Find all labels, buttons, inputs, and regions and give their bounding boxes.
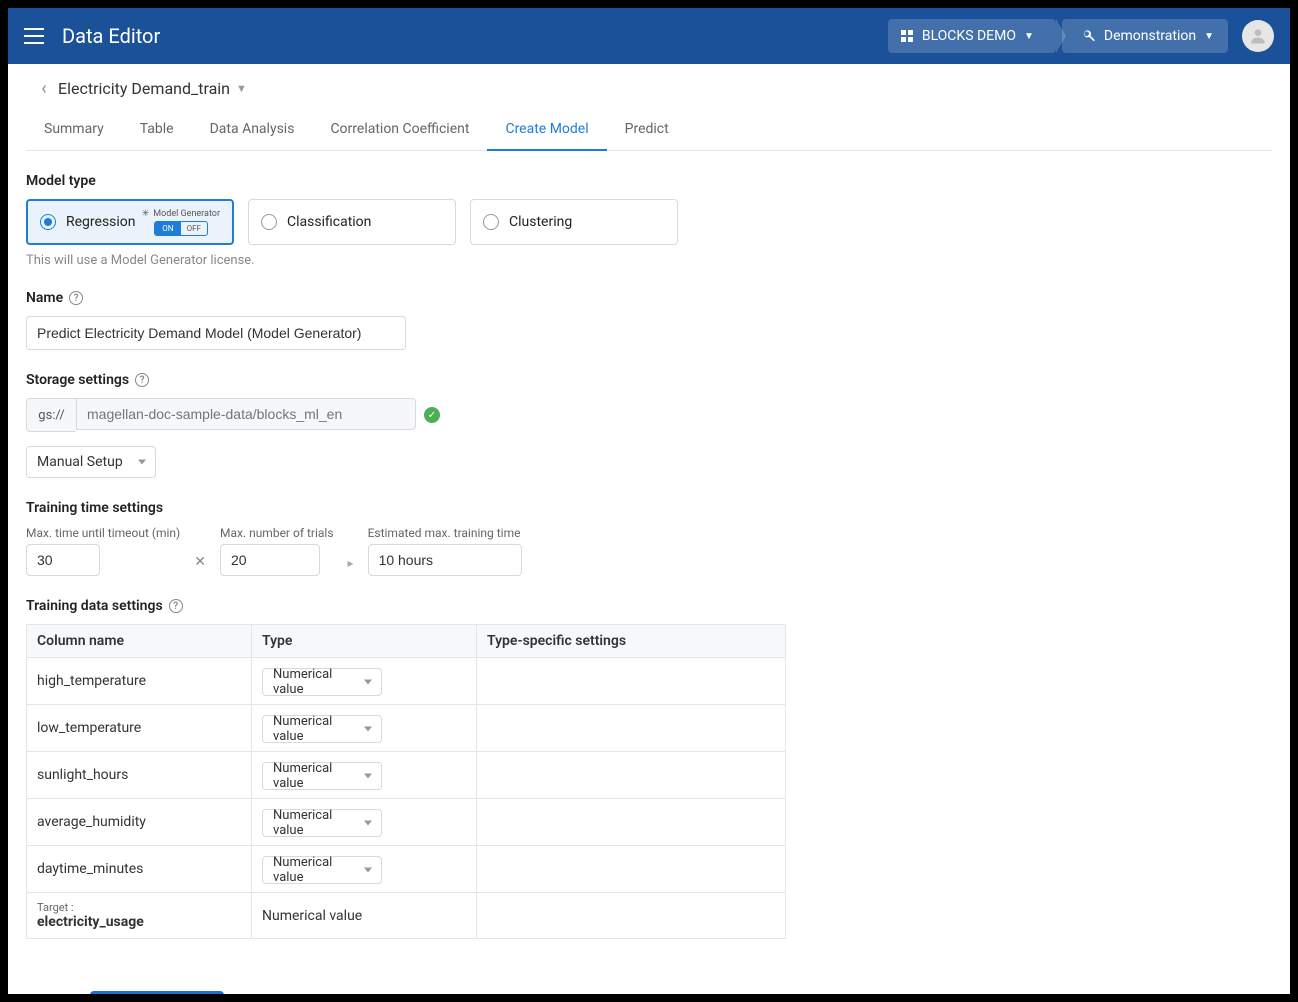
spark-icon: ✳: [142, 209, 150, 219]
table-row: low_temperature Numerical value: [27, 705, 786, 752]
type-select[interactable]: Numerical value: [262, 856, 382, 884]
breadcrumb-demo-label: Demonstration: [1104, 28, 1196, 44]
target-value: electricity_usage: [37, 914, 241, 930]
model-type-classification-label: Classification: [287, 214, 443, 230]
table-row: sunlight_hours Numerical value: [27, 752, 786, 799]
column-name-cell: high_temperature: [27, 658, 252, 705]
training-time-label: Training time settings: [26, 500, 1272, 516]
target-label: Target :: [37, 901, 241, 914]
breadcrumb-demo[interactable]: Demonstration ▼: [1062, 19, 1228, 53]
toggle-on: ON: [155, 222, 181, 235]
menu-icon[interactable]: [24, 28, 44, 44]
multiply-icon: ✕: [192, 554, 208, 576]
type-select[interactable]: Numerical value: [262, 715, 382, 743]
column-name-cell: average_humidity: [27, 799, 252, 846]
storage-label: Storage settings ?: [26, 372, 1272, 388]
model-type-hint: This will use a Model Generator license.: [26, 253, 1272, 268]
check-icon: ✓: [424, 407, 440, 423]
th-column-name: Column name: [27, 625, 252, 658]
tab-correlation[interactable]: Correlation Coefficient: [312, 109, 487, 150]
model-generator-block: ✳ Model Generator ON OFF: [142, 209, 220, 236]
table-row-target: Target : electricity_usage Numerical val…: [27, 893, 786, 939]
chevron-down-icon: ▼: [1204, 31, 1214, 42]
trials-label: Max. number of trials: [220, 526, 334, 540]
help-icon[interactable]: ?: [69, 291, 83, 305]
storage-prefix: gs://: [26, 398, 76, 432]
model-type-regression-label: Regression: [66, 214, 138, 230]
back-button[interactable]: ‹: [30, 78, 58, 99]
th-specific: Type-specific settings: [477, 625, 786, 658]
target-type: Numerical value: [252, 893, 477, 939]
toggle-off: OFF: [181, 222, 207, 235]
model-generator-toggle[interactable]: ON OFF: [154, 221, 208, 236]
radio-icon: [261, 214, 277, 230]
tab-data-analysis[interactable]: Data Analysis: [192, 109, 313, 150]
create-model-button[interactable]: Create Model: [90, 991, 224, 994]
table-row: high_temperature Numerical value: [27, 658, 786, 705]
table-row: average_humidity Numerical value: [27, 799, 786, 846]
name-input[interactable]: [26, 316, 406, 350]
th-type: Type: [252, 625, 477, 658]
trials-input[interactable]: [220, 544, 320, 576]
help-icon[interactable]: ?: [169, 599, 183, 613]
column-name-cell: low_temperature: [27, 705, 252, 752]
tab-summary[interactable]: Summary: [26, 109, 122, 150]
model-type-label: Model type: [26, 173, 1272, 189]
top-bar: Data Editor BLOCKS DEMO ▼ Demonstration …: [8, 8, 1290, 64]
grid-icon: [900, 29, 914, 43]
type-select[interactable]: Numerical value: [262, 762, 382, 790]
page-title-dropdown[interactable]: ▼: [236, 82, 247, 95]
model-type-clustering[interactable]: Clustering: [470, 199, 678, 245]
model-generator-label: Model Generator: [153, 209, 220, 219]
column-name-cell: daytime_minutes: [27, 846, 252, 893]
wrench-icon: [1082, 29, 1096, 43]
arrow-right-icon: ▸: [346, 556, 356, 576]
type-select[interactable]: Numerical value: [262, 809, 382, 837]
type-select[interactable]: Numerical value: [262, 668, 382, 696]
chevron-down-icon: ▼: [1024, 31, 1034, 42]
breadcrumb-project[interactable]: BLOCKS DEMO ▼: [888, 19, 1056, 53]
tab-create-model[interactable]: Create Model: [487, 109, 606, 151]
radio-icon: [40, 214, 56, 230]
setup-mode-select[interactable]: Manual Setup: [26, 446, 156, 478]
column-name-cell: sunlight_hours: [27, 752, 252, 799]
breadcrumb-project-label: BLOCKS DEMO: [922, 28, 1016, 44]
storage-input[interactable]: [76, 398, 416, 430]
avatar[interactable]: [1242, 20, 1274, 52]
tab-predict[interactable]: Predict: [607, 109, 687, 150]
table-row: daytime_minutes Numerical value: [27, 846, 786, 893]
model-type-classification[interactable]: Classification: [248, 199, 456, 245]
breadcrumb: BLOCKS DEMO ▼ Demonstration ▼: [888, 19, 1228, 53]
timeout-input[interactable]: [26, 544, 100, 576]
page-title: Electricity Demand_train: [58, 79, 230, 98]
training-data-table: Column name Type Type-specific settings …: [26, 624, 786, 939]
model-type-clustering-label: Clustering: [509, 214, 665, 230]
est-label: Estimated max. training time: [368, 526, 522, 540]
name-label: Name ?: [26, 290, 1272, 306]
tab-table[interactable]: Table: [122, 109, 192, 150]
est-output: [368, 544, 522, 576]
radio-icon: [483, 214, 499, 230]
help-icon[interactable]: ?: [135, 373, 149, 387]
model-type-regression[interactable]: Regression ✳ Model Generator ON OFF: [26, 199, 234, 245]
app-title: Data Editor: [62, 24, 888, 48]
timeout-label: Max. time until timeout (min): [26, 526, 180, 540]
training-data-label: Training data settings ?: [26, 598, 1272, 614]
tabs: Summary Table Data Analysis Correlation …: [26, 109, 1272, 151]
